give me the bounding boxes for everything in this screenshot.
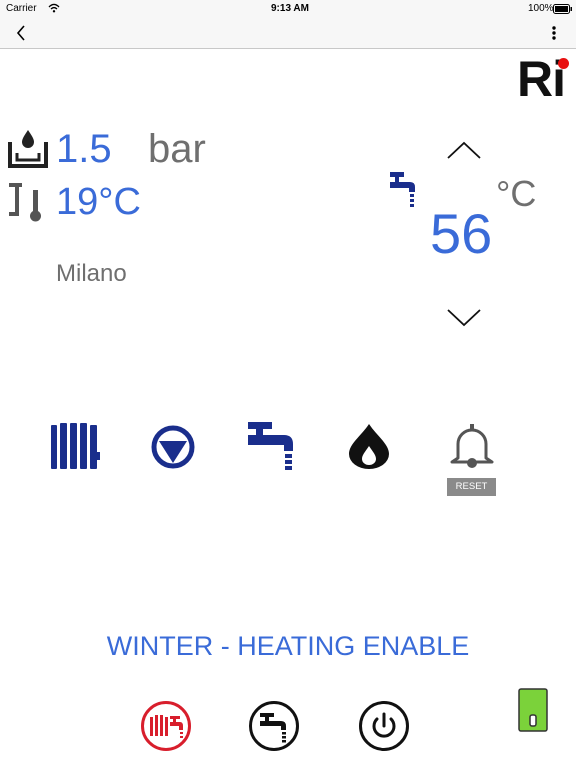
radiator-icon	[50, 422, 100, 470]
carrier-label: Carrier	[6, 3, 37, 14]
flame-icon	[346, 422, 392, 470]
clock-label: 9:13 AM	[271, 3, 309, 14]
chevron-up-icon	[447, 141, 481, 159]
city-label: Milano	[56, 260, 127, 287]
hot-water-tap-icon	[388, 170, 418, 208]
wifi-icon	[48, 3, 60, 13]
heating-mode-button[interactable]	[140, 700, 192, 752]
water-pressure-icon	[6, 126, 50, 170]
pressure-value: 1.5	[56, 127, 112, 171]
back-button[interactable]	[12, 23, 32, 43]
chevron-left-icon	[16, 25, 25, 41]
more-vertical-icon	[552, 26, 556, 40]
pressure-unit: bar	[148, 127, 206, 171]
domestic-water-tap-icon	[246, 420, 298, 470]
boiler-device-button[interactable]	[518, 688, 548, 732]
battery-label: 100%	[528, 3, 554, 14]
chevron-down-icon	[447, 309, 481, 327]
more-menu-button[interactable]	[546, 23, 562, 43]
setpoint-increase-button[interactable]	[446, 138, 482, 162]
outdoor-temperature: 19°C	[56, 181, 141, 223]
alarm-bell-icon	[448, 422, 496, 470]
navigation-bar	[0, 18, 576, 49]
setpoint-value: 56	[430, 202, 493, 265]
setpoint-unit: °C	[496, 173, 537, 214]
power-icon	[359, 701, 409, 751]
summer-mode-button[interactable]	[248, 700, 300, 752]
setpoint-decrease-button[interactable]	[446, 306, 482, 330]
radiator-tap-icon	[141, 701, 191, 751]
tap-icon	[249, 701, 299, 751]
power-button[interactable]	[358, 700, 410, 752]
mode-status-text: WINTER - HEATING ENABLE	[106, 631, 470, 661]
reset-button[interactable]: RESET	[447, 478, 496, 496]
outdoor-thermometer-icon	[6, 180, 46, 224]
boiler-icon	[518, 688, 548, 732]
logo-dot	[558, 58, 569, 69]
status-bar: Carrier 9:13 AM 100%	[0, 0, 576, 18]
battery-icon	[553, 4, 573, 14]
pump-icon	[150, 424, 196, 470]
